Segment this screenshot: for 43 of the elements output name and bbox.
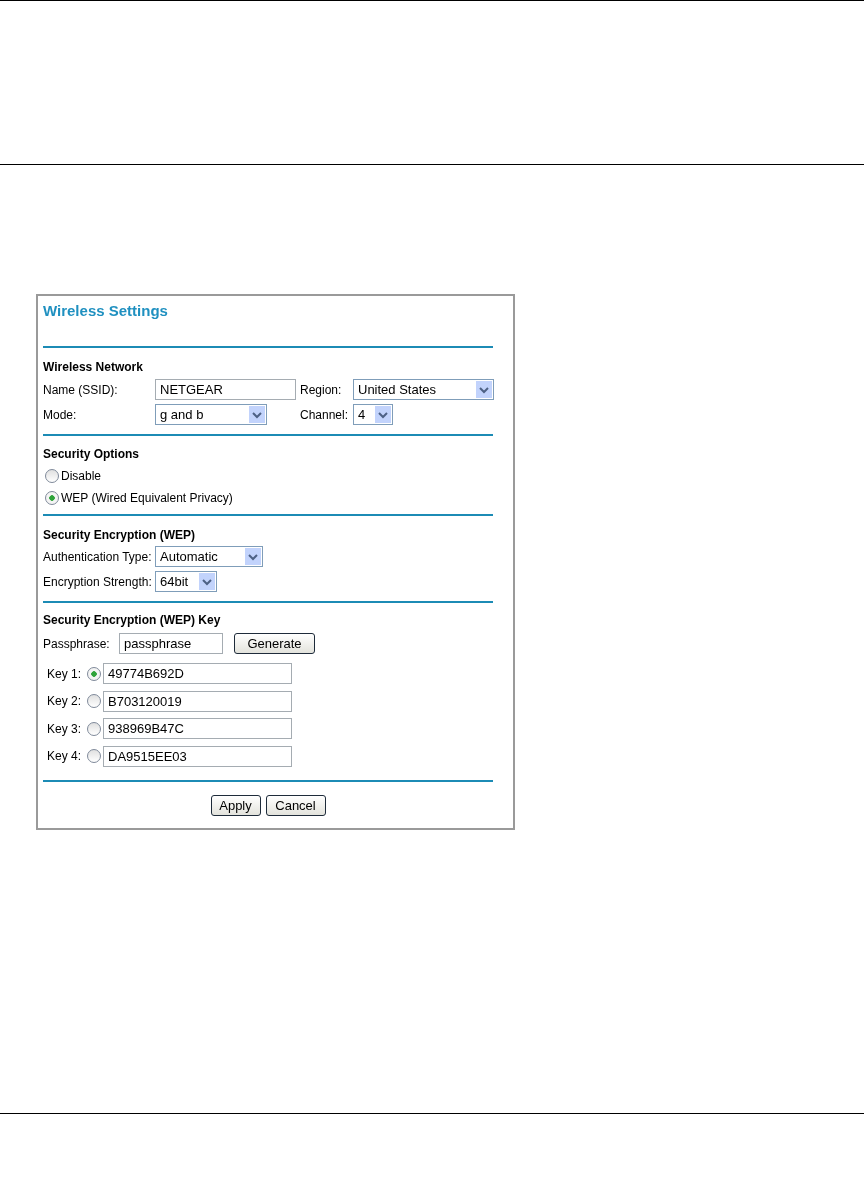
passphrase-field[interactable]: passphrase	[119, 633, 223, 654]
section-heading: Security Options	[43, 446, 141, 462]
key-label: Key 4:	[47, 749, 83, 763]
radio-button[interactable]	[45, 469, 59, 483]
key-label: Key 1:	[47, 666, 83, 681]
caret-icon	[476, 381, 492, 398]
page-title: Wireless Settings	[43, 302, 169, 320]
field-label: Mode:	[43, 407, 78, 422]
radio-button[interactable]	[87, 666, 101, 681]
field-label: Channel:	[300, 407, 350, 422]
mode-select[interactable]: g and b	[155, 404, 267, 425]
radio-button[interactable]	[87, 749, 101, 763]
dropdown-select[interactable]: 64bit	[155, 571, 217, 592]
option-label: WEP (Wired Equivalent Privacy)	[61, 491, 233, 505]
caret-icon	[375, 406, 391, 423]
key-field[interactable]: 49774B692D	[103, 663, 292, 684]
radio-button[interactable]	[45, 491, 59, 505]
option-label: Disable	[61, 469, 102, 483]
key-field[interactable]: 938969B47C	[103, 718, 292, 739]
action-button[interactable]: Apply	[210, 794, 261, 816]
field-label: Authentication Type:	[43, 549, 153, 564]
key-label: Key 2:	[47, 694, 83, 708]
region-select[interactable]: United States	[353, 379, 494, 400]
caret-icon	[245, 548, 261, 565]
field-label: Region:	[300, 382, 343, 397]
section-heading: Security Encryption (WEP)	[43, 527, 197, 543]
section-heading: Security Encryption (WEP) Key	[43, 612, 222, 628]
ssid-field[interactable]: NETGEAR	[155, 379, 296, 400]
action-button[interactable]: Cancel	[265, 794, 326, 816]
section-heading: Wireless Network	[43, 359, 144, 375]
key-field[interactable]: B703120019	[103, 690, 292, 712]
radio-button[interactable]	[87, 694, 101, 708]
channel-select[interactable]: 4	[353, 404, 393, 425]
dropdown-select[interactable]: Automatic	[155, 546, 263, 567]
field-label: Name (SSID):	[43, 382, 119, 397]
generate-button[interactable]: Generate	[234, 633, 315, 654]
radio-button[interactable]	[87, 721, 101, 736]
key-field[interactable]: DA9515EE03	[103, 745, 292, 767]
caret-icon	[199, 573, 215, 590]
key-label: Key 3:	[47, 721, 83, 736]
field-label: Passphrase:	[43, 636, 111, 651]
caret-icon	[249, 406, 265, 423]
field-label: Encryption Strength:	[43, 574, 153, 589]
